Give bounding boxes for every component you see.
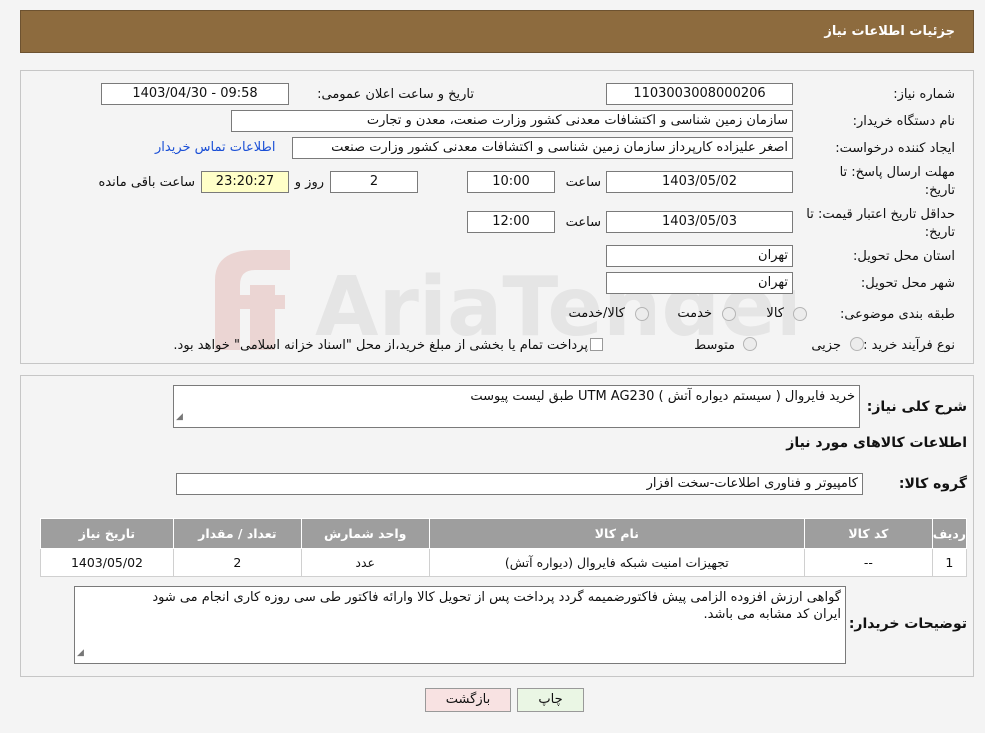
deadline-time-field: 10:00 xyxy=(467,171,555,193)
table-row: 1 -- تجهیزات امنیت شبکه فایروال (دیواره … xyxy=(40,548,968,577)
col-header-date: تاریخ نیاز xyxy=(40,518,174,549)
announce-label: تاریخ و ساعت اعلان عمومی: xyxy=(317,87,474,102)
goods-group-label: گروه کالا: xyxy=(898,476,967,492)
validity-label: حداقل تاریخ اعتبار قیمت: تا xyxy=(806,207,955,222)
announce-datetime-field: 1403/04/30 - 09:58 xyxy=(101,83,289,105)
payment-checkbox[interactable] xyxy=(590,338,603,351)
category-radio-goods[interactable] xyxy=(793,307,807,321)
resize-grip-icon[interactable]: ◢ xyxy=(176,409,183,426)
process-radio-medium[interactable] xyxy=(743,337,757,351)
buyer-notes-label: توضیحات خریدار: xyxy=(848,616,967,632)
buyer-org-field: سازمان زمین شناسی و اکتشافات معدنی کشور … xyxy=(231,110,793,132)
process-label: نوع فرآیند خرید : xyxy=(863,338,955,353)
city-field: تهران xyxy=(606,272,793,294)
validity-time-label: ساعت xyxy=(565,215,601,230)
validity-date-field: 1403/05/03 xyxy=(606,211,793,233)
goods-group-field: کامپیوتر و فناوری اطلاعات-سخت افزار xyxy=(176,473,863,495)
col-header-row-number: ردیف xyxy=(931,518,968,549)
col-header-name: نام کالا xyxy=(428,518,806,549)
process-option-minor: جزیی xyxy=(811,338,841,353)
buyer-contact-link[interactable]: اطلاعات تماس خریدار xyxy=(155,140,275,155)
validity-label-date: تاریخ: xyxy=(924,225,955,240)
creator-field: اصغر علیزاده کارپرداز سازمان زمین شناسی … xyxy=(292,137,793,159)
province-label: استان محل تحویل: xyxy=(853,249,955,264)
page-title: جزئیات اطلاعات نیاز xyxy=(824,24,955,39)
page-header: جزئیات اطلاعات نیاز xyxy=(20,10,974,53)
deadline-label-date: تاریخ: xyxy=(924,183,955,198)
summary-textarea[interactable]: خرید فایروال ( سیستم دیواره آتش ) UTM AG… xyxy=(173,385,860,428)
deadline-time-label: ساعت xyxy=(565,175,601,190)
need-number-field: 1103003008000206 xyxy=(606,83,793,105)
category-option-goods: کالا xyxy=(766,306,784,321)
need-number-label: شماره نیاز: xyxy=(893,87,955,102)
goods-table: ردیف کد کالا نام کالا واحد شمارش تعداد /… xyxy=(40,518,968,577)
category-option-service: خدمت xyxy=(677,306,712,321)
creator-label: ایجاد کننده درخواست: xyxy=(835,141,955,156)
cell-name: تجهیزات امنیت شبکه فایروال (دیواره آتش) xyxy=(428,548,806,577)
buyer-notes-line-2: ایران کد مشابه می باشد. xyxy=(703,607,841,622)
category-option-goods-service: کالا/خدمت xyxy=(568,306,625,321)
validity-time-field: 12:00 xyxy=(467,211,555,233)
cell-code: -- xyxy=(804,548,933,577)
days-label: روز و xyxy=(294,175,324,190)
cell-row-number: 1 xyxy=(931,548,968,577)
category-radio-service[interactable] xyxy=(722,307,736,321)
category-label: طبقه بندی موضوعی: xyxy=(839,307,955,322)
resize-grip-icon[interactable]: ◢ xyxy=(77,645,84,662)
summary-label: شرح کلی نیاز: xyxy=(866,399,967,415)
col-header-code: کد کالا xyxy=(804,518,933,549)
buyer-notes-line-1: گواهی ارزش افزوده الزامی پیش فاکتورضمیمه… xyxy=(152,590,841,605)
city-label: شهر محل تحویل: xyxy=(860,276,955,291)
back-button[interactable]: بازگشت xyxy=(425,688,511,712)
payment-note: پرداخت تمام یا بخشی از مبلغ خرید،از محل … xyxy=(173,338,588,353)
cell-quantity: 2 xyxy=(172,548,302,577)
col-header-quantity: تعداد / مقدار xyxy=(172,518,302,549)
goods-table-header: ردیف کد کالا نام کالا واحد شمارش تعداد /… xyxy=(40,518,968,549)
goods-info-title: اطلاعات کالاهای مورد نیاز xyxy=(786,435,967,451)
cell-date: 1403/05/02 xyxy=(40,548,174,577)
col-header-unit: واحد شمارش xyxy=(300,518,430,549)
cell-unit: عدد xyxy=(300,548,430,577)
province-field: تهران xyxy=(606,245,793,267)
category-radio-goods-service[interactable] xyxy=(635,307,649,321)
deadline-label: مهلت ارسال پاسخ: تا xyxy=(839,165,955,180)
remaining-time-field: 23:20:27 xyxy=(201,171,289,193)
deadline-date-field: 1403/05/02 xyxy=(606,171,793,193)
process-option-medium: متوسط xyxy=(694,338,735,353)
buyer-org-label: نام دستگاه خریدار: xyxy=(852,114,955,129)
summary-text: خرید فایروال ( سیستم دیواره آتش ) UTM AG… xyxy=(470,389,855,404)
process-radio-minor[interactable] xyxy=(850,337,864,351)
print-button[interactable]: چاپ xyxy=(517,688,584,712)
remaining-label: ساعت باقی مانده xyxy=(98,175,195,190)
buyer-notes-textarea[interactable]: گواهی ارزش افزوده الزامی پیش فاکتورضمیمه… xyxy=(74,586,846,664)
remaining-days-field: 2 xyxy=(330,171,418,193)
